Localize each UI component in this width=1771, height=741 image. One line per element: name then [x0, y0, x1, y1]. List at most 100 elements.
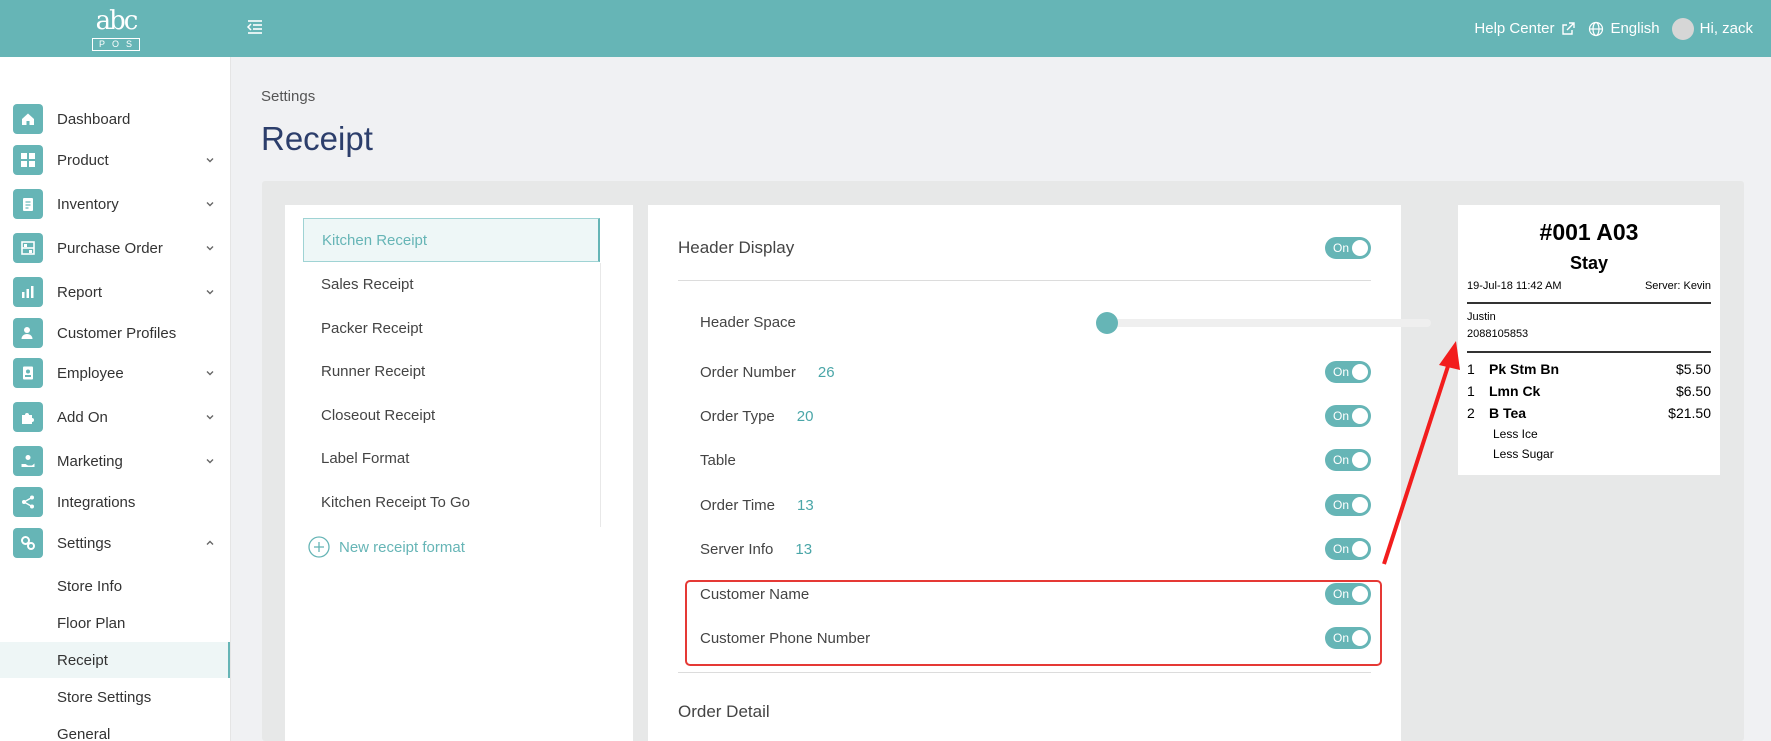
toggle-text: On: [1333, 409, 1350, 423]
bar-chart-icon: [13, 277, 43, 307]
receipt-type-sales[interactable]: Sales Receipt: [303, 262, 600, 306]
menu-collapse-icon[interactable]: [246, 18, 264, 36]
clipboard-icon: [13, 189, 43, 219]
sidebar-item-dashboard[interactable]: Dashboard: [0, 100, 230, 138]
receipt-type-list: Kitchen Receipt Sales Receipt Packer Rec…: [285, 205, 633, 741]
item-price: $21.50: [1668, 405, 1711, 421]
chevron-down-icon: [206, 459, 214, 464]
sidebar-subitem-label: Receipt: [57, 651, 108, 669]
receipt-modifier: Less Sugar: [1493, 447, 1554, 461]
sidebar-subitem-label: Store Settings: [57, 688, 152, 706]
order-time-toggle[interactable]: On: [1325, 494, 1371, 516]
divider: [678, 280, 1371, 281]
sidebar-item-label: Marketing: [57, 452, 123, 470]
language-label: English: [1610, 20, 1660, 37]
receipt-order-type: Stay: [1569, 253, 1609, 273]
share-icon: [13, 487, 43, 517]
setting-label: Order Time: [700, 496, 776, 514]
chevron-down-icon: [206, 290, 214, 295]
sidebar-item-marketing[interactable]: Marketing: [0, 442, 230, 480]
header-display-title: Header Display: [678, 238, 795, 257]
receipt-divider: [1467, 302, 1711, 304]
toggle-text: On: [1333, 542, 1350, 556]
receipt-datetime: 19-Jul-18 11:42 AM: [1467, 280, 1562, 292]
item-qty: 2: [1467, 405, 1475, 421]
header-space-row: Header Space: [700, 307, 1431, 337]
sidebar-item-label: Purchase Order: [57, 239, 163, 257]
setting-label: Order Type: [700, 407, 775, 425]
sidebar-item-label: Product: [57, 151, 109, 169]
receipt-type-label: Packer Receipt: [321, 319, 423, 337]
receipt-type-label-format[interactable]: Label Format: [303, 436, 600, 480]
logo-subtext: POS: [91, 38, 140, 51]
greeting: Hi, zack: [1699, 20, 1753, 37]
receipt-type-packer[interactable]: Packer Receipt: [303, 306, 600, 350]
sidebar-item-settings[interactable]: Settings: [0, 524, 230, 562]
toggle-text: On: [1333, 453, 1350, 467]
order-type-toggle[interactable]: On: [1325, 405, 1371, 427]
sidebar-subitem-store-settings[interactable]: Store Settings: [0, 679, 230, 715]
server-info-toggle[interactable]: On: [1325, 538, 1371, 560]
divider: [678, 672, 1371, 673]
receipt-customer-name: Justin: [1467, 311, 1496, 323]
sidebar-subitem-store-info[interactable]: Store Info: [0, 568, 230, 604]
grid-icon: [13, 145, 43, 175]
sidebar-subitem-receipt[interactable]: Receipt: [0, 642, 230, 678]
setting-row-order-number: Order Number 26 On: [700, 357, 1371, 387]
setting-count: 13: [795, 540, 813, 558]
sidebar-item-integrations[interactable]: Integrations: [0, 483, 230, 521]
header-display-toggle[interactable]: On: [1325, 237, 1371, 259]
receipt-type-label: Label Format: [321, 449, 410, 467]
receipt-type-label: Sales Receipt: [321, 275, 414, 293]
order-number-toggle[interactable]: On: [1325, 361, 1371, 383]
toggle-knob: [1352, 541, 1368, 557]
sidebar-subitem-general[interactable]: General: [0, 716, 230, 741]
help-center-link[interactable]: Help Center: [1474, 20, 1576, 37]
item-name: Pk Stm Bn: [1489, 361, 1560, 377]
sidebar-item-report[interactable]: Report: [0, 273, 230, 311]
sidebar-item-purchase-order[interactable]: Purchase Order: [0, 229, 230, 267]
sidebar-item-add-on[interactable]: Add On: [0, 398, 230, 436]
toggle-knob: [1352, 497, 1368, 513]
sidebar-item-label: Inventory: [57, 195, 119, 213]
shelves-icon: [13, 233, 43, 263]
toggle-knob: [1352, 240, 1368, 256]
sidebar-item-label: Report: [57, 283, 103, 301]
sidebar-subitem-label: Store Info: [57, 577, 123, 595]
item-name: Lmn Ck: [1489, 383, 1541, 399]
external-link-icon: [1562, 21, 1576, 35]
receipt-type-kitchen-to-go[interactable]: Kitchen Receipt To Go: [303, 480, 600, 524]
toggle-text: On: [1333, 365, 1350, 379]
setting-row-order-type: Order Type 20 On: [700, 401, 1371, 431]
abc-pos-logo[interactable]: abc POS: [88, 8, 144, 51]
sidebar-item-inventory[interactable]: Inventory: [0, 185, 230, 223]
breadcrumb[interactable]: Settings: [261, 88, 315, 105]
sidebar-subitem-label: Floor Plan: [57, 614, 126, 632]
receipt-type-closeout[interactable]: Closeout Receipt: [303, 393, 600, 437]
item-qty: 1: [1467, 383, 1475, 399]
language-selector[interactable]: English: [1588, 20, 1660, 37]
sidebar-subitem-label: General: [57, 725, 111, 741]
sidebar-item-product[interactable]: Product: [0, 141, 230, 179]
chevron-down-icon: [206, 202, 214, 207]
sidebar: Dashboard Product Inventory Purchase Ord…: [0, 57, 231, 741]
receipt-type-kitchen[interactable]: Kitchen Receipt: [303, 218, 600, 262]
sidebar-item-customer-profiles[interactable]: Customer Profiles: [0, 314, 230, 352]
sidebar-subitem-floor-plan[interactable]: Floor Plan: [0, 605, 230, 641]
header-space-slider-track[interactable]: [1097, 319, 1431, 327]
item-qty: 1: [1467, 361, 1475, 377]
user-menu[interactable]: Hi, zack: [1671, 17, 1753, 40]
sidebar-item-label: Employee: [57, 364, 124, 382]
table-toggle[interactable]: On: [1325, 449, 1371, 471]
home-icon: [13, 104, 43, 134]
new-receipt-format-label: New receipt format: [339, 538, 465, 556]
receipt-divider: [1467, 351, 1711, 353]
receipt-type-runner[interactable]: Runner Receipt: [303, 349, 600, 393]
receipt-line-item: 1 Lmn Ck $6.50: [1467, 383, 1711, 403]
sidebar-item-employee[interactable]: Employee: [0, 354, 230, 392]
header-space-slider-handle[interactable]: [1096, 312, 1119, 334]
new-receipt-format-button[interactable]: New receipt format: [308, 536, 465, 558]
receipt-type-label: Closeout Receipt: [321, 406, 436, 424]
setting-row-server-info: Server Info 13 On: [700, 534, 1371, 564]
receipt-type-label: Runner Receipt: [321, 362, 426, 380]
